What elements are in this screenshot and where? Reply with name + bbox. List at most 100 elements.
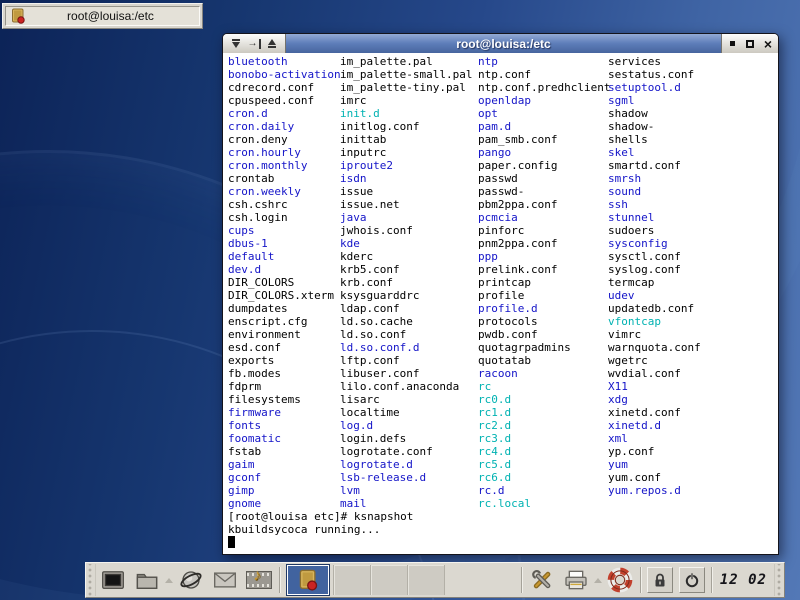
printer-icon[interactable] xyxy=(561,565,591,595)
maximize-icon[interactable] xyxy=(743,37,757,51)
taskbar-empty-slots xyxy=(333,565,445,595)
help-lifesaver-icon[interactable] xyxy=(605,565,635,595)
file-entry: issue.net xyxy=(340,198,472,211)
shell-status-line: kbuildsycoca running... xyxy=(228,523,778,536)
file-entry: fdprm xyxy=(228,380,341,393)
file-entry: inittab xyxy=(340,133,472,146)
power-icon[interactable] xyxy=(679,567,705,593)
file-entry: prelink.conf xyxy=(478,263,610,276)
file-entry: ppp xyxy=(478,250,610,263)
file-entry: localtime xyxy=(340,406,472,419)
send-to-tab-icon[interactable]: → xyxy=(247,37,261,51)
popup-arrow-icon[interactable] xyxy=(165,578,173,583)
file-entry: default xyxy=(228,250,341,263)
mail-envelope-icon[interactable] xyxy=(210,565,240,595)
file-entry: lvm xyxy=(340,484,472,497)
panel-separator xyxy=(279,567,280,593)
terminal-output[interactable]: bluetoothbonobo-activationcdrecord.confc… xyxy=(223,53,778,554)
file-entry: lilo.conf.anaconda xyxy=(340,380,472,393)
file-entry: crontab xyxy=(228,172,341,185)
file-entry: inputrc xyxy=(340,146,472,159)
terminal-icon[interactable] xyxy=(98,565,128,595)
file-entry: DIR_COLORS xyxy=(228,276,341,289)
window-titlebar[interactable]: → root@louisa:/etc × xyxy=(223,34,778,53)
file-entry: csh.cshrc xyxy=(228,198,341,211)
globe-browser-icon[interactable] xyxy=(176,565,206,595)
file-entry: shells xyxy=(608,133,701,146)
folder-icon[interactable] xyxy=(132,565,162,595)
titlebar-left-cap: → xyxy=(223,34,286,53)
file-entry: updatedb.conf xyxy=(608,302,701,315)
file-entry: ntp xyxy=(478,55,610,68)
file-entry: syslog.conf xyxy=(608,263,701,276)
file-entry: libuser.conf xyxy=(340,367,472,380)
panel-hide-handle-left[interactable] xyxy=(86,564,96,596)
taskbar-empty-slot xyxy=(371,565,408,595)
file-entry: kde xyxy=(340,237,472,250)
file-entry: rc xyxy=(478,380,610,393)
multimedia-film-icon[interactable]: ♪ xyxy=(244,565,274,595)
file-entry: ld.so.conf xyxy=(340,328,472,341)
file-entry: krb5.conf xyxy=(340,263,472,276)
lock-icon[interactable] xyxy=(647,567,673,593)
file-entry: enscript.cfg xyxy=(228,315,341,328)
utilities-tools-icon[interactable] xyxy=(527,565,557,595)
file-entry: exports xyxy=(228,354,341,367)
file-entry: ld.so.conf.d xyxy=(340,341,472,354)
file-entry: cron.d xyxy=(228,107,341,120)
panel-clock[interactable]: 12 02 xyxy=(720,572,767,588)
file-entry: dumpdates xyxy=(228,302,341,315)
file-entry: fstab xyxy=(228,445,341,458)
panel-separator xyxy=(711,567,712,593)
file-entry: termcap xyxy=(608,276,701,289)
file-entry: rc0.d xyxy=(478,393,610,406)
panel-separator xyxy=(521,567,522,593)
file-entry: smartd.conf xyxy=(608,159,701,172)
menu-triangle-icon[interactable] xyxy=(229,37,243,51)
file-entry: wgetrc xyxy=(608,354,701,367)
panel-hide-handle-right[interactable] xyxy=(774,564,784,596)
close-icon[interactable]: × xyxy=(761,37,775,51)
desktop: root@louisa:/etc → root@louisa:/etc × bl… xyxy=(0,0,800,600)
file-entry: mail xyxy=(340,497,472,510)
file-column-1: bluetoothbonobo-activationcdrecord.confc… xyxy=(228,55,341,510)
file-entry: rc5.d xyxy=(478,458,610,471)
file-entry: filesystems xyxy=(228,393,341,406)
taskbar-task-button[interactable]: root@louisa:/etc xyxy=(5,6,200,26)
file-entry: esd.conf xyxy=(228,341,341,354)
file-entry: rc2.d xyxy=(478,419,610,432)
file-entry: gaim xyxy=(228,458,341,471)
taskbar-active-window-button[interactable] xyxy=(286,564,330,596)
file-entry: yp.conf xyxy=(608,445,701,458)
file-entry: xdg xyxy=(608,393,701,406)
file-entry: kderc xyxy=(340,250,472,263)
file-entry: csh.login xyxy=(228,211,341,224)
file-entry: profile.d xyxy=(478,302,610,315)
taskbar-task-label: root@louisa:/etc xyxy=(26,9,195,23)
file-entry: lisarc xyxy=(340,393,472,406)
popup-arrow-icon[interactable] xyxy=(594,578,602,583)
file-entry: gnome xyxy=(228,497,341,510)
file-entry: lftp.conf xyxy=(340,354,472,367)
file-entry: vimrc xyxy=(608,328,701,341)
file-entry: cups xyxy=(228,224,341,237)
file-entry: fonts xyxy=(228,419,341,432)
file-entry: paper.config xyxy=(478,159,610,172)
file-entry: imrc xyxy=(340,94,472,107)
file-entry: DIR_COLORS.xterm xyxy=(228,289,341,302)
terminal-window: → root@louisa:/etc × bluetoothbonobo-act… xyxy=(222,33,779,555)
file-column-2: im_palette.palim_palette-small.palim_pal… xyxy=(340,55,472,510)
file-entry: fb.modes xyxy=(228,367,341,380)
file-entry: quotatab xyxy=(478,354,610,367)
file-entry: rc.local xyxy=(478,497,610,510)
file-entry: cpuspeed.conf xyxy=(228,94,341,107)
eject-icon[interactable] xyxy=(265,37,279,51)
file-entry: cron.deny xyxy=(228,133,341,146)
file-entry: yum.conf xyxy=(608,471,701,484)
file-entry: stunnel xyxy=(608,211,701,224)
file-entry: pinforc xyxy=(478,224,610,237)
file-entry: passwd xyxy=(478,172,610,185)
file-entry: firmware xyxy=(228,406,341,419)
minimize-icon[interactable] xyxy=(725,37,739,51)
file-entry: pcmcia xyxy=(478,211,610,224)
